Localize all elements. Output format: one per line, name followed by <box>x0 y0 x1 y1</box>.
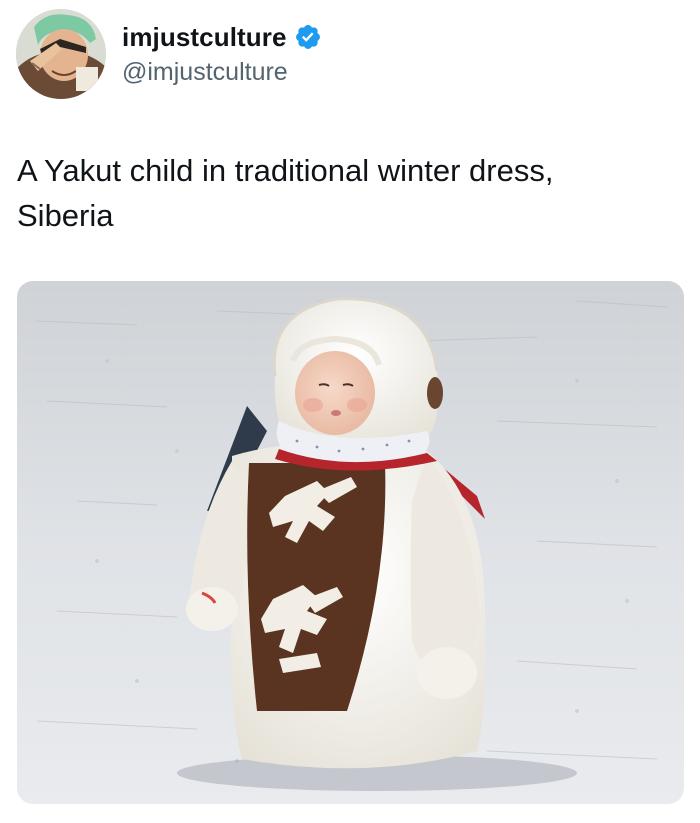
verified-badge-icon <box>294 23 322 51</box>
display-name[interactable]: imjustculture <box>122 22 287 53</box>
tweet-media[interactable] <box>17 281 684 804</box>
user-handle[interactable]: @imjustculture <box>122 55 322 89</box>
tweet-photo <box>17 281 684 804</box>
anime-character-avatar-icon <box>16 9 106 99</box>
tweet-text-content: A Yakut child in traditional winter dres… <box>17 153 554 233</box>
tweet-header: imjustculture @imjustculture <box>16 8 322 100</box>
tweet-text: A Yakut child in traditional winter dres… <box>17 148 677 238</box>
display-name-row: imjustculture <box>122 19 322 55</box>
tweet-card: imjustculture @imjustculture A Yakut chi… <box>0 0 700 823</box>
user-names: imjustculture @imjustculture <box>122 9 322 99</box>
user-avatar[interactable] <box>16 9 106 99</box>
